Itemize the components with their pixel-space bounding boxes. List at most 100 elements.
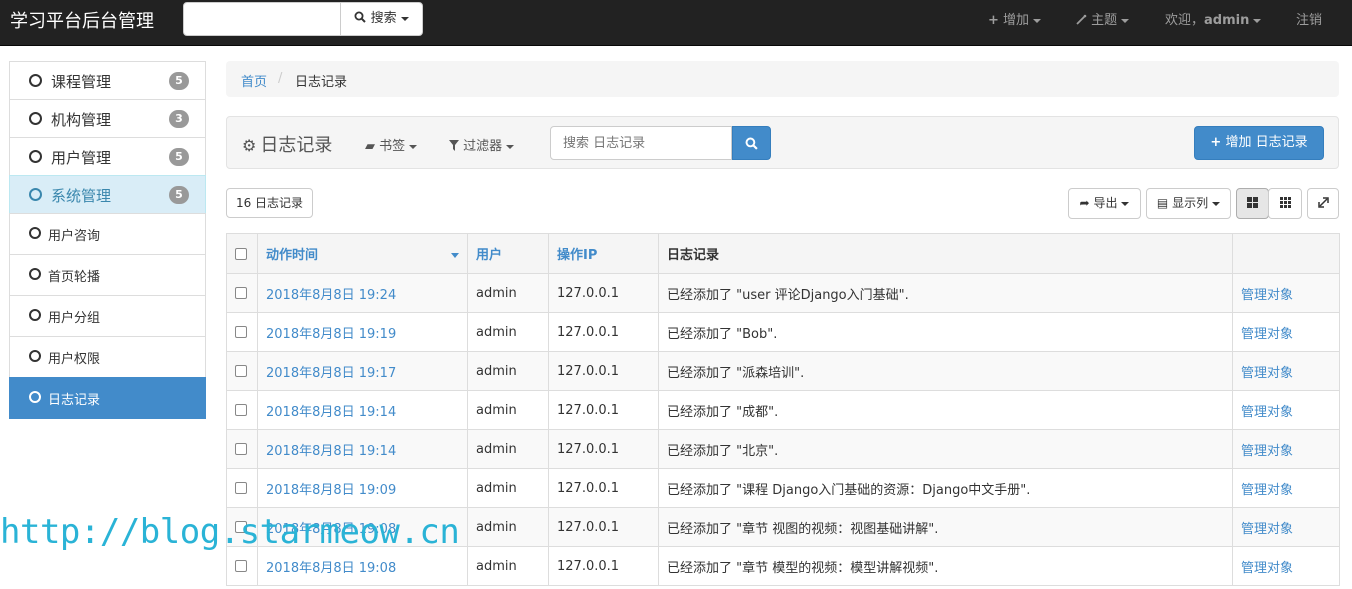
circle-icon [29,188,42,201]
sidebar-item-banner[interactable]: 首页轮播 [9,254,206,296]
log-message-cell: 已经添加了 "章节 模型的视频：模型讲解视频". [658,546,1233,586]
user-cell: admin [467,312,549,352]
user-cell: admin [467,390,549,430]
top-navbar: 学习平台后台管理 搜索 + 增加 主题 欢迎，admin 注销 [0,0,1352,46]
select-all-checkbox[interactable] [235,247,247,260]
ip-cell: 127.0.0.1 [548,351,659,391]
breadcrumb-home-link[interactable]: 首页 [241,71,267,90]
time-link[interactable]: 2018年8月8日 19:19 [257,312,468,352]
time-link[interactable]: 2018年8月8日 19:14 [257,390,468,430]
table-row: 2018年8月8日 19:14 admin 127.0.0.1 已经添加了 "北京".… [226,429,1340,469]
log-message-cell: 已经添加了 "章节 视图的视频：视图基础讲解". [658,507,1233,547]
user-cell: admin [467,468,549,508]
time-link[interactable]: 2018年8月8日 19:24 [257,273,468,313]
sidebar-item-courses[interactable]: 课程管理 5 [9,61,206,100]
sidebar-item-user-permissions[interactable]: 用户权限 [9,336,206,378]
columns-button[interactable]: ▤ 显示列 [1146,188,1231,219]
circle-icon [29,268,41,280]
row-checkbox[interactable] [235,443,247,455]
wand-icon [1076,14,1087,25]
row-select-cell [226,273,258,313]
gear-icon: ⚙ [242,136,257,155]
log-message-cell: 已经添加了 "Bob". [658,312,1233,352]
sidebar-item-system[interactable]: 系统管理 5 [9,175,206,214]
brand-title[interactable]: 学习平台后台管理 [10,0,154,46]
sidebar-item-user-groups[interactable]: 用户分组 [9,295,206,337]
nav-search-input[interactable] [183,2,341,36]
log-message-cell: 已经添加了 "课程 Django入门基础的资源：Django中文手册". [658,468,1233,508]
search-button[interactable] [732,126,771,160]
sidebar-item-label: 用户分组 [48,311,101,326]
sidebar-item-label: 机构管理 [51,111,112,129]
sidebar-item-label: 首页轮播 [48,270,101,285]
sidebar-item-organizations[interactable]: 机构管理 3 [9,99,206,138]
user-cell: admin [467,351,549,391]
ip-cell: 127.0.0.1 [548,312,659,352]
ip-cell: 127.0.0.1 [548,390,659,430]
manage-object-link[interactable]: 管理对象 [1232,468,1340,508]
breadcrumb: 首页 / 日志记录 [226,61,1339,97]
search-icon [745,137,758,150]
chevron-down-icon [1121,201,1130,206]
logout-link[interactable]: 注销 [1296,0,1322,46]
column-header-user[interactable]: 用户 [467,233,549,274]
table-view-button[interactable] [1268,188,1302,219]
sidebar-item-label: 用户咨询 [48,229,101,244]
sidebar-item-label: 系统管理 [51,187,112,205]
nav-theme-label: 主题 [1091,13,1118,28]
manage-object-link[interactable]: 管理对象 [1232,312,1340,352]
nav-search-button[interactable]: 搜索 [340,2,423,36]
nav-user-menu[interactable]: 欢迎，admin [1165,0,1262,46]
fullscreen-button[interactable] [1307,188,1339,219]
manage-object-link[interactable]: 管理对象 [1232,351,1340,391]
circle-icon [29,150,42,163]
filter-icon [449,140,459,151]
page-title: ⚙ 日志记录 [242,131,332,157]
chevron-down-icon [1121,18,1130,23]
sidebar-item-user-consult[interactable]: 用户咨询 [9,213,206,255]
sidebar-item-label: 用户管理 [51,149,112,167]
export-button[interactable]: ➦ 导出 [1068,188,1141,219]
time-link[interactable]: 2018年8月8日 19:14 [257,429,468,469]
sort-desc-icon[interactable] [451,253,459,258]
count-badge: 5 [169,186,189,204]
manage-object-link[interactable]: 管理对象 [1232,429,1340,469]
manage-object-link[interactable]: 管理对象 [1232,507,1340,547]
row-checkbox[interactable] [235,404,247,416]
column-header-ip[interactable]: 操作IP [548,233,659,274]
circle-icon [29,227,41,239]
table-row: 2018年8月8日 19:17 admin 127.0.0.1 已经添加了 "派森培训… [226,351,1340,391]
user-cell: admin [467,429,549,469]
manage-object-link[interactable]: 管理对象 [1232,390,1340,430]
nav-theme-menu[interactable]: 主题 [1076,0,1130,46]
time-link[interactable]: 2018年8月8日 19:08 [257,546,468,586]
column-header-time[interactable]: 动作时间 [257,233,468,274]
nav-add-menu[interactable]: + 增加 [988,0,1042,46]
count-badge: 5 [169,148,189,166]
table-row: 2018年8月8日 19:08 admin 127.0.0.1 已经添加了 "章节 模… [226,546,1340,586]
row-checkbox[interactable] [235,482,247,494]
sidebar-item-logs[interactable]: 日志记录 [9,377,206,419]
row-checkbox[interactable] [235,326,247,338]
row-checkbox[interactable] [235,365,247,377]
add-log-button[interactable]: + 增加 日志记录 [1194,126,1324,160]
breadcrumb-separator: / [278,71,283,86]
table-header-row: 动作时间 用户 操作IP 日志记录 [226,233,1340,274]
search-input[interactable] [550,126,732,160]
time-link[interactable]: 2018年8月8日 19:09 [257,468,468,508]
sidebar-item-users[interactable]: 用户管理 5 [9,137,206,176]
th-icon [1279,197,1291,208]
ip-cell: 127.0.0.1 [548,546,659,586]
manage-object-link[interactable]: 管理对象 [1232,273,1340,313]
row-checkbox[interactable] [235,560,247,572]
time-link[interactable]: 2018年8月8日 19:17 [257,351,468,391]
bookmarks-dropdown[interactable]: ▰ 书签 [365,135,418,154]
chevron-down-icon [400,16,409,21]
circle-icon [29,309,41,321]
search-icon [354,11,367,23]
filters-dropdown[interactable]: 过滤器 [449,135,515,154]
manage-object-link[interactable]: 管理对象 [1232,546,1340,586]
row-checkbox[interactable] [235,287,247,299]
grid-view-button[interactable] [1236,188,1269,219]
ip-cell: 127.0.0.1 [548,429,659,469]
